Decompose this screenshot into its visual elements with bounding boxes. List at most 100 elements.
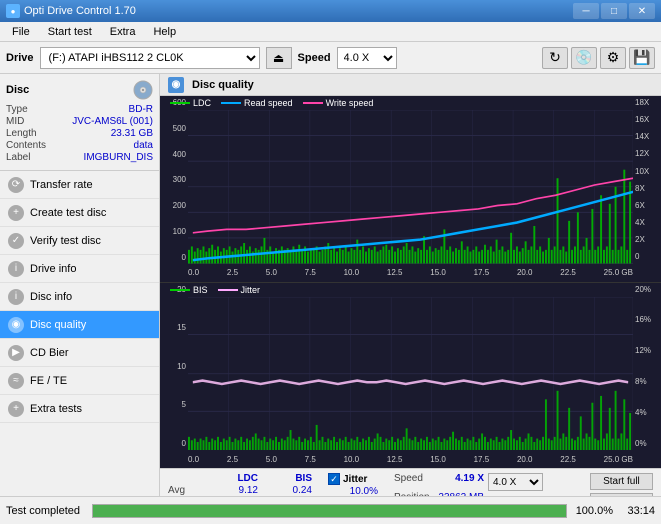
status-time: 33:14 xyxy=(619,505,655,517)
legend-jitter-color xyxy=(218,289,238,291)
close-button[interactable]: ✕ xyxy=(629,3,655,19)
title-bar-controls: ─ □ ✕ xyxy=(573,3,655,19)
disc-panel: Disc Type BD-R MID JVC-AMS6L (001) Lengt… xyxy=(0,74,159,171)
nav-items: ⟳ Transfer rate + Create test disc ✓ Ver… xyxy=(0,171,159,492)
nav-label-extra-tests: Extra tests xyxy=(30,403,82,415)
stats-avg-bis: 0.24 xyxy=(262,485,312,496)
nav-label-fe-te: FE / TE xyxy=(30,375,67,387)
sidebar-item-transfer-rate[interactable]: ⟳ Transfer rate xyxy=(0,171,159,199)
sidebar-item-cd-bier[interactable]: ▶ CD Bier xyxy=(0,339,159,367)
legend-ldc-label: LDC xyxy=(193,98,211,108)
disc-type-row: Type BD-R xyxy=(6,104,153,115)
bottom-chart: BIS Jitter 20 15 10 5 0 20 xyxy=(160,283,661,469)
sidebar-item-create-test-disc[interactable]: + Create test disc xyxy=(0,199,159,227)
menu-start-test[interactable]: Start test xyxy=(40,24,100,40)
legend-read-speed-label: Read speed xyxy=(244,98,293,108)
sidebar-item-drive-info[interactable]: i Drive info xyxy=(0,255,159,283)
disc-label-key: Label xyxy=(6,152,30,163)
top-chart-x-axis: 0.0 2.5 5.0 7.5 10.0 12.5 15.0 17.5 20.0… xyxy=(188,264,633,282)
nav-label-create-test-disc: Create test disc xyxy=(30,207,106,219)
legend-read-speed: Read speed xyxy=(221,98,293,108)
legend-ldc: LDC xyxy=(170,98,211,108)
refresh-button[interactable]: ↻ xyxy=(542,47,568,69)
sidebar-item-disc-quality[interactable]: ◉ Disc quality xyxy=(0,311,159,339)
legend-write-speed: Write speed xyxy=(303,98,374,108)
disc-label-val: IMGBURN_DIS xyxy=(84,152,153,163)
disc-label-row: Label IMGBURN_DIS xyxy=(6,152,153,163)
stats-avg-ldc: 9.12 xyxy=(208,485,258,496)
disc-mid-key: MID xyxy=(6,116,24,127)
menu-extra[interactable]: Extra xyxy=(102,24,144,40)
disc-mid-row: MID JVC-AMS6L (001) xyxy=(6,116,153,127)
drive-label: Drive xyxy=(6,52,34,64)
maximize-button[interactable]: □ xyxy=(601,3,627,19)
extra-tests-icon: + xyxy=(8,401,24,417)
speed-info-val: 4.19 X xyxy=(434,473,484,491)
verify-disc-icon: ✓ xyxy=(8,233,24,249)
main-layout: Disc Type BD-R MID JVC-AMS6L (001) Lengt… xyxy=(0,74,661,524)
legend-read-speed-color xyxy=(221,102,241,104)
drive-select[interactable]: (F:) ATAPI iHBS112 2 CL0K xyxy=(40,47,260,69)
nav-label-cd-bier: CD Bier xyxy=(30,347,69,359)
toolbar-icons: ↻ 💿 ⚙ 💾 xyxy=(542,47,655,69)
sidebar-item-fe-te[interactable]: ≈ FE / TE xyxy=(0,367,159,395)
minimize-button[interactable]: ─ xyxy=(573,3,599,19)
jitter-label: Jitter xyxy=(343,474,367,485)
disc-contents-val: data xyxy=(134,140,153,151)
sidebar-item-verify-test-disc[interactable]: ✓ Verify test disc xyxy=(0,227,159,255)
legend-ldc-color xyxy=(170,102,190,104)
title-bar-left: ● Opti Drive Control 1.70 xyxy=(6,4,136,18)
bottom-chart-svg xyxy=(188,297,633,451)
settings-button[interactable]: ⚙ xyxy=(600,47,626,69)
menu-file[interactable]: File xyxy=(4,24,38,40)
disc-length-key: Length xyxy=(6,128,37,139)
status-text: Test completed xyxy=(6,505,86,517)
disc-mid-val: JVC-AMS6L (001) xyxy=(72,116,153,127)
create-disc-icon: + xyxy=(8,205,24,221)
legend-write-speed-label: Write speed xyxy=(326,98,374,108)
nav-label-verify-test-disc: Verify test disc xyxy=(30,235,101,247)
progress-percent: 100.0% xyxy=(573,505,613,517)
charts-container: LDC Read speed Write speed 600 500 40 xyxy=(160,96,661,468)
nav-label-disc-quality: Disc quality xyxy=(30,319,86,331)
save-button[interactable]: 💾 xyxy=(629,47,655,69)
disc-type-key: Type xyxy=(6,104,28,115)
bottom-chart-y-left: 20 15 10 5 0 xyxy=(160,283,188,451)
progress-bar xyxy=(92,504,567,518)
top-chart-y-left: 600 500 400 300 200 100 0 xyxy=(160,96,188,264)
disc-length-val: 23.31 GB xyxy=(111,128,153,139)
speed-info-select[interactable]: 4.0 X xyxy=(488,473,543,491)
legend-bis: BIS xyxy=(170,285,208,295)
chart-header: ◉ Disc quality xyxy=(160,74,661,96)
disc-button[interactable]: 💿 xyxy=(571,47,597,69)
disc-title: Disc xyxy=(6,84,29,96)
stats-header-ldc: LDC xyxy=(208,473,258,484)
stats-header-bis: BIS xyxy=(262,473,312,484)
status-bar: Test completed 100.0% 33:14 xyxy=(0,496,661,524)
jitter-checkbox[interactable]: ✓ xyxy=(328,473,340,485)
disc-quality-icon: ◉ xyxy=(8,317,24,333)
sidebar-item-disc-info[interactable]: i Disc info xyxy=(0,283,159,311)
eject-button[interactable]: ⏏ xyxy=(266,47,292,69)
menu-help[interactable]: Help xyxy=(145,24,184,40)
speed-select[interactable]: 4.0 X xyxy=(337,47,397,69)
bottom-chart-legend: BIS Jitter xyxy=(170,285,260,295)
speed-label: Speed xyxy=(298,52,331,64)
top-chart-svg xyxy=(188,110,633,264)
disc-contents-key: Contents xyxy=(6,140,46,151)
top-chart-legend: LDC Read speed Write speed xyxy=(170,98,373,108)
bottom-chart-x-axis: 0.0 2.5 5.0 7.5 10.0 12.5 15.0 17.5 20.0… xyxy=(188,450,633,468)
legend-write-speed-color xyxy=(303,102,323,104)
cd-bier-icon: ▶ xyxy=(8,345,24,361)
chart-title: Disc quality xyxy=(192,79,254,91)
nav-label-disc-info: Disc info xyxy=(30,291,72,303)
disc-type-val: BD-R xyxy=(129,104,153,115)
nav-label-drive-info: Drive info xyxy=(30,263,76,275)
app-title: Opti Drive Control 1.70 xyxy=(24,5,136,17)
speed-row: Speed 4.19 X 4.0 X xyxy=(394,473,543,491)
progress-bar-fill xyxy=(93,505,566,517)
start-full-button[interactable]: Start full xyxy=(590,473,653,490)
sidebar-item-extra-tests[interactable]: + Extra tests xyxy=(0,395,159,423)
disc-contents-row: Contents data xyxy=(6,140,153,151)
toolbar: Drive (F:) ATAPI iHBS112 2 CL0K ⏏ Speed … xyxy=(0,42,661,74)
